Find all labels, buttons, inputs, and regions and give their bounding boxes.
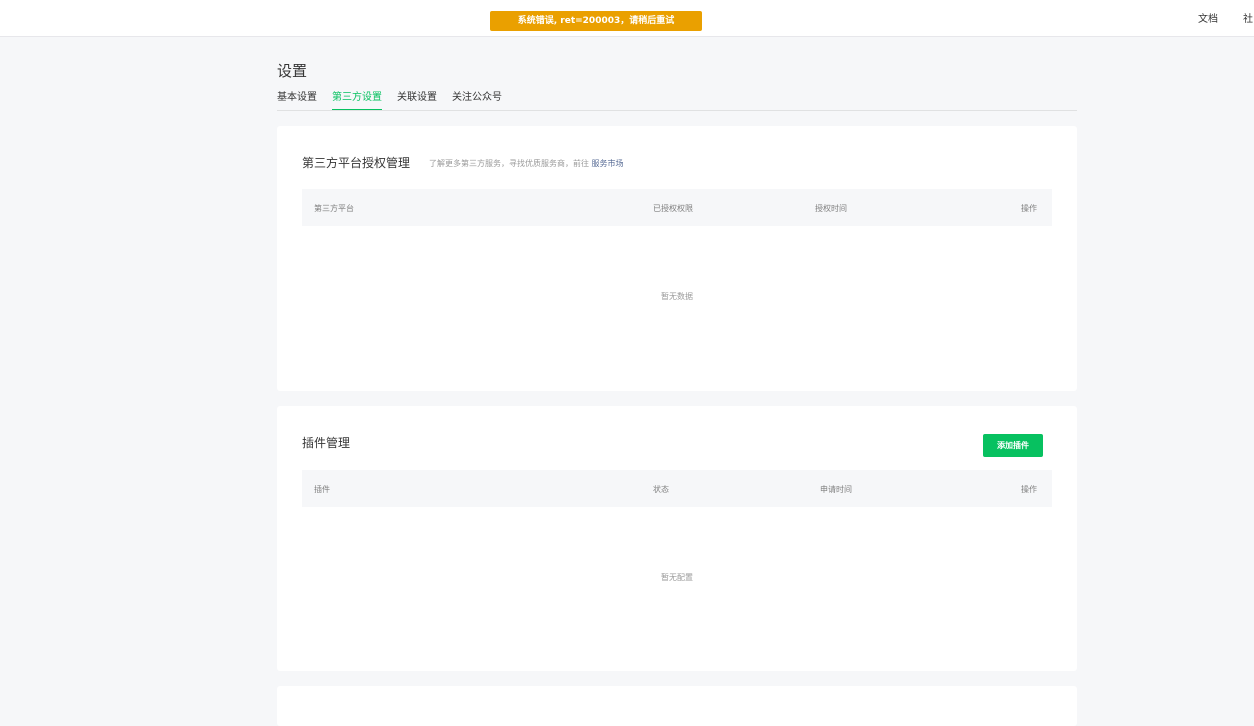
column-header-platform: 第三方平台 xyxy=(314,204,354,213)
empty-state: 暂无配置 xyxy=(661,573,693,582)
column-header-status: 状态 xyxy=(653,485,669,494)
column-header-permissions: 已授权权限 xyxy=(653,204,693,213)
top-bar: 系统错误, ret=200003，请稍后重试 文档 社 xyxy=(0,0,1254,37)
add-plugin-button[interactable]: 添加插件 xyxy=(983,434,1043,457)
empty-state: 暂无数据 xyxy=(661,292,693,301)
description-text: 了解更多第三方服务，寻找优质服务商，前往 xyxy=(429,159,589,168)
plugin-management-card: 插件管理 添加插件 插件 状态 申请时间 操作 暂无配置 xyxy=(277,406,1077,671)
settings-tabs: 基本设置 第三方设置 关联设置 关注公众号 xyxy=(277,92,1077,111)
table-header: 第三方平台 已授权权限 授权时间 操作 xyxy=(302,189,1052,226)
service-market-link[interactable]: 服务市场 xyxy=(592,159,624,168)
table-header: 插件 状态 申请时间 操作 xyxy=(302,470,1052,507)
tab-third-party-settings[interactable]: 第三方设置 xyxy=(332,92,382,110)
tab-linked-settings[interactable]: 关联设置 xyxy=(397,92,437,109)
nav-community-link[interactable]: 社 xyxy=(1243,10,1253,25)
error-toast: 系统错误, ret=200003，请稍后重试 xyxy=(490,11,702,31)
nav-docs-link[interactable]: 文档 xyxy=(1198,10,1218,25)
third-party-auth-card: 第三方平台授权管理 了解更多第三方服务，寻找优质服务商，前往 服务市场 第三方平… xyxy=(277,126,1077,391)
column-header-actions: 操作 xyxy=(1021,204,1037,213)
column-header-apply-time: 申请时间 xyxy=(820,485,852,494)
column-header-plugin: 插件 xyxy=(314,485,330,494)
column-header-actions: 操作 xyxy=(1021,485,1037,494)
card-title: 第三方平台授权管理 xyxy=(302,156,411,170)
card-title: 插件管理 xyxy=(302,436,351,450)
card-description: 了解更多第三方服务，寻找优质服务商，前往 服务市场 xyxy=(429,158,624,169)
column-header-auth-time: 授权时间 xyxy=(815,204,847,213)
page-title: 设置 xyxy=(277,62,308,80)
next-card xyxy=(277,686,1077,726)
tab-follow-official-account[interactable]: 关注公众号 xyxy=(452,92,502,109)
tab-basic-settings[interactable]: 基本设置 xyxy=(277,92,317,109)
